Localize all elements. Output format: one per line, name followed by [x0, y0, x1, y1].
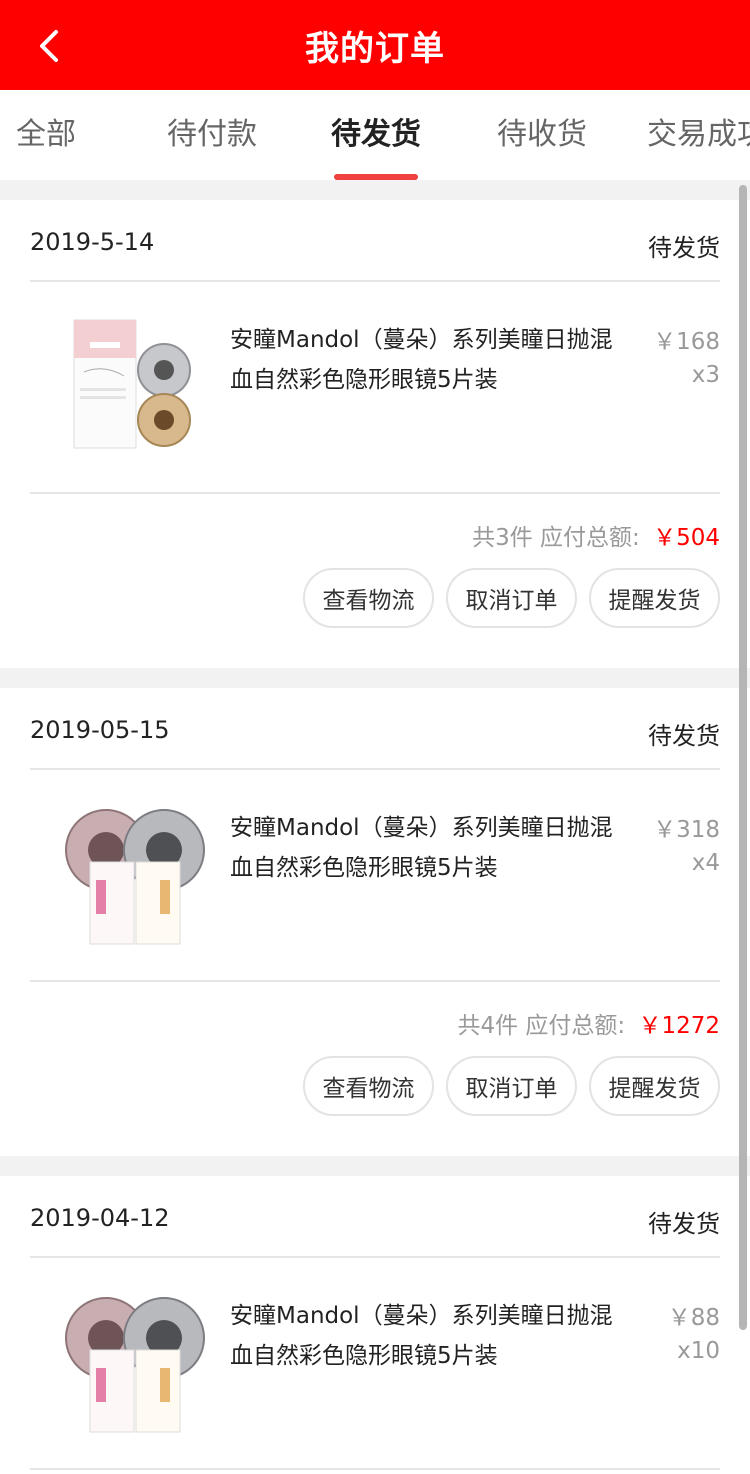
- order-status: 待发货: [648, 234, 720, 262]
- product-name: 安瞳Mandol（蔓朵）系列美瞳日抛混血自然彩色隐形眼镜5片装: [230, 327, 613, 393]
- total-label: 应付总额:: [525, 1013, 626, 1039]
- view-logistics-button[interactable]: 查看物流: [303, 568, 434, 628]
- mandol-box-icon: [73, 319, 191, 449]
- total-amount: ￥1272: [638, 1013, 720, 1039]
- order-status: 待发货: [648, 722, 720, 750]
- product-name: 安瞳Mandol（蔓朵）系列美瞳日抛混血自然彩色隐形眼镜5片装: [230, 1303, 613, 1369]
- order-actions: 查看物流 取消订单 提醒发货: [303, 568, 720, 628]
- tab-all[interactable]: 全部: [16, 90, 76, 180]
- active-tab-indicator: [334, 174, 418, 180]
- order-product[interactable]: 安瞳Mandol（蔓朵）系列美瞳日抛混血自然彩色隐形眼镜5片装 ￥318 x4: [30, 770, 720, 982]
- order-tabs: 全部 待付款 待发货 待收货 交易成功: [0, 90, 750, 180]
- order-header: 2019-05-15 待发货: [30, 688, 720, 770]
- tab-pending-payment[interactable]: 待付款: [167, 90, 257, 180]
- order-header: 2019-5-14 待发货: [30, 200, 720, 282]
- tab-pending-shipment[interactable]: 待发货: [331, 90, 421, 180]
- view-logistics-button[interactable]: 查看物流: [303, 1056, 434, 1116]
- order-date: 2019-5-14: [30, 228, 155, 256]
- total-label: 应付总额:: [540, 525, 640, 551]
- item-count: 共3件: [472, 525, 533, 551]
- tab-completed[interactable]: 交易成功: [647, 90, 750, 180]
- product-price: ￥318: [653, 817, 720, 843]
- product-price: ￥168: [653, 329, 720, 355]
- order-actions: 查看物流 取消订单 提醒发货: [303, 1056, 720, 1116]
- scrollbar[interactable]: [739, 185, 747, 1330]
- order-status: 待发货: [648, 1210, 720, 1238]
- cancel-order-button[interactable]: 取消订单: [446, 1056, 577, 1116]
- order-summary: 共4件 应付总额: ￥1272: [457, 1006, 720, 1040]
- item-count: 共4件: [457, 1013, 519, 1039]
- order-card: 2019-04-12 待发货 安瞳Mandol（蔓朵）系列美瞳日抛混血自然彩色隐…: [0, 1176, 750, 1474]
- order-header: 2019-04-12 待发货: [30, 1176, 720, 1258]
- remind-shipment-button[interactable]: 提醒发货: [589, 1056, 720, 1116]
- tab-pending-receipt[interactable]: 待收货: [497, 90, 587, 180]
- order-product[interactable]: 安瞳Mandol（蔓朵）系列美瞳日抛混血自然彩色隐形眼镜5片装 ￥88 x10: [30, 1258, 720, 1470]
- chevron-left-icon: [40, 30, 58, 62]
- product-quantity: x3: [691, 362, 720, 388]
- order-card: 2019-5-14 待发货 安瞳Mandol（蔓朵）系列美瞳日抛混血自然彩色隐形…: [0, 200, 750, 668]
- page-title: 我的订单: [305, 28, 445, 69]
- order-product[interactable]: 安瞳Mandol（蔓朵）系列美瞳日抛混血自然彩色隐形眼镜5片装 ￥168 x3: [30, 282, 720, 494]
- order-summary: 共3件 应付总额: ￥504: [472, 518, 720, 552]
- remind-shipment-button[interactable]: 提醒发货: [589, 568, 720, 628]
- order-card: 2019-05-15 待发货 安瞳Mandol（蔓朵）系列美瞳日抛混血自然彩色隐…: [0, 688, 750, 1156]
- lens-boxes-icon: [65, 1297, 205, 1433]
- order-date: 2019-05-15: [30, 716, 170, 744]
- lens-boxes-icon: [65, 809, 205, 945]
- back-button[interactable]: [30, 24, 70, 68]
- total-amount: ￥504: [653, 525, 720, 551]
- order-date: 2019-04-12: [30, 1204, 170, 1232]
- product-price: ￥88: [667, 1305, 720, 1331]
- product-quantity: x4: [691, 850, 720, 876]
- product-quantity: x10: [677, 1338, 720, 1364]
- cancel-order-button[interactable]: 取消订单: [446, 568, 577, 628]
- app-header: 我的订单: [0, 0, 750, 90]
- product-name: 安瞳Mandol（蔓朵）系列美瞳日抛混血自然彩色隐形眼镜5片装: [230, 815, 613, 881]
